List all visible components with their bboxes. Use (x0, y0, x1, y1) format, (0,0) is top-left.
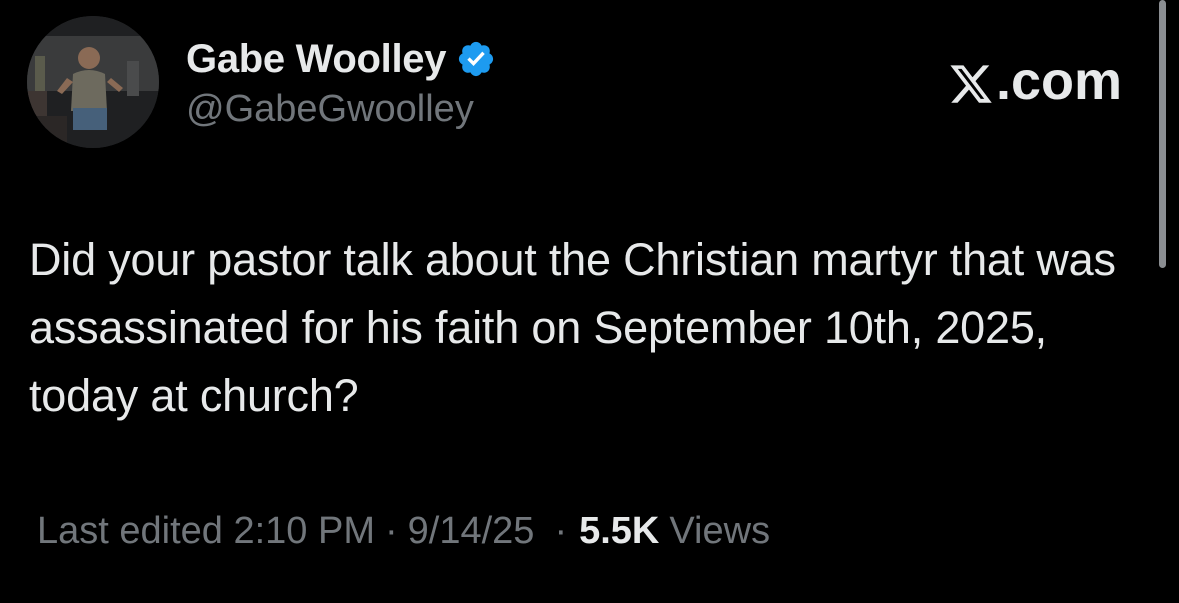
avatar[interactable] (27, 16, 159, 148)
verified-badge-icon (456, 39, 496, 79)
meta-separator: · (554, 510, 568, 552)
views-label: Views (669, 510, 771, 552)
x-logo-icon (948, 58, 994, 104)
edited-timestamp[interactable]: Last edited 2:10 PM (37, 510, 375, 553)
author-display-name[interactable]: Gabe Woolley (186, 37, 446, 82)
tweet-text: Did your pastor talk about the Christian… (29, 234, 1116, 421)
avatar-photo (27, 16, 159, 148)
views-count[interactable]: 5.5K (579, 510, 659, 553)
brand-label: .com (995, 51, 1122, 111)
author-name-row[interactable]: Gabe Woolley (186, 34, 496, 84)
author-handle[interactable]: @GabeGwoolley (186, 88, 474, 131)
tweet-meta: Last edited 2:10 PM · 9/14/25 · 5.5K Vie… (37, 510, 770, 553)
tweet-date[interactable]: 9/14/25 (408, 510, 535, 553)
tweet-screenshot: Gabe Woolley @GabeGwoolley .com Did your… (0, 0, 1179, 603)
scrollbar[interactable] (1159, 0, 1166, 268)
x-brand[interactable]: .com (948, 50, 1122, 112)
meta-separator: · (385, 510, 398, 552)
